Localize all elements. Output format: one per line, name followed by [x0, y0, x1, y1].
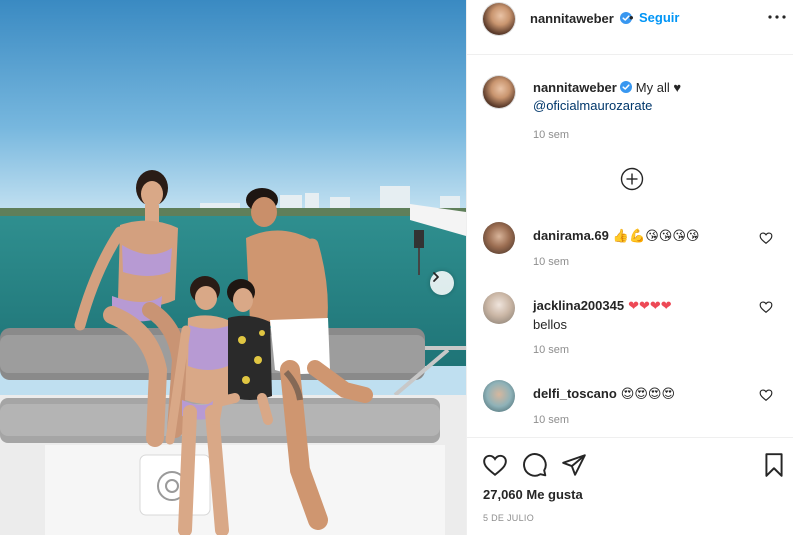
- post-photo[interactable]: [0, 0, 466, 535]
- save-bookmark-icon[interactable]: [761, 452, 787, 478]
- post-date[interactable]: 5 DE JULIO: [483, 513, 534, 523]
- like-heart-icon[interactable]: [482, 452, 508, 478]
- verified-badge-icon: [619, 81, 632, 93]
- comment-item: delfi_toscano 😍😍😍😍 10 sem: [467, 380, 793, 432]
- caption-mention-link[interactable]: @oficialmaurozarate: [533, 98, 652, 113]
- commenter-username[interactable]: danirama.69: [533, 228, 609, 243]
- caption-author-avatar[interactable]: [483, 76, 515, 108]
- comment-text: ❤❤❤❤: [628, 299, 672, 314]
- photo-illustration: [0, 0, 466, 535]
- comment-body: danirama.69 👍💪😘😘😘😘: [533, 227, 699, 246]
- heart-outline-icon[interactable]: [759, 388, 773, 402]
- header-separator: •: [629, 10, 634, 25]
- next-photo-button[interactable]: [430, 271, 454, 295]
- comment-timestamp[interactable]: 10 sem: [533, 344, 569, 356]
- share-paper-plane-icon[interactable]: [561, 452, 587, 478]
- follow-button[interactable]: Seguir: [639, 10, 679, 25]
- post-side-panel: nannitaweber • Seguir nannitaweber My al…: [466, 0, 793, 535]
- chevron-right-icon: [433, 272, 439, 282]
- author-avatar[interactable]: [483, 3, 515, 35]
- comment-item: danirama.69 👍💪😘😘😘😘 10 sem: [467, 222, 793, 292]
- commenter-username[interactable]: delfi_toscano: [533, 386, 617, 401]
- comment-text-line2: bellos: [533, 317, 567, 332]
- caption-text: My all ♥: [635, 80, 682, 95]
- heart-outline-icon[interactable]: [759, 300, 773, 314]
- caption-line: nannitaweber My all ♥: [533, 80, 681, 95]
- commenter-avatar[interactable]: [483, 380, 515, 412]
- post-actions-bar: 27,060 Me gusta 5 DE JULIO: [467, 437, 793, 535]
- comment-item: jacklina200345 ❤❤❤❤ bellos 10 sem: [467, 292, 793, 372]
- comment-bubble-icon[interactable]: [522, 452, 548, 478]
- author-username[interactable]: nannitaweber: [530, 11, 633, 26]
- comment-text: 👍💪😘😘😘😘: [612, 229, 700, 244]
- author-username-text[interactable]: nannitaweber: [530, 11, 614, 26]
- comment-timestamp[interactable]: 10 sem: [533, 256, 569, 268]
- comment-timestamp[interactable]: 10 sem: [533, 414, 569, 426]
- comment-text: 😍😍😍😍: [620, 387, 676, 402]
- likes-count[interactable]: 27,060 Me gusta: [483, 487, 583, 502]
- plus-circle-icon[interactable]: [620, 167, 644, 191]
- comment-body: delfi_toscano 😍😍😍😍: [533, 385, 675, 404]
- post-header: nannitaweber • Seguir: [467, 0, 793, 55]
- commenter-avatar[interactable]: [483, 292, 515, 324]
- more-options-icon[interactable]: [766, 12, 788, 22]
- caption-author-username[interactable]: nannitaweber: [533, 80, 617, 95]
- commenter-username[interactable]: jacklina200345: [533, 298, 624, 313]
- caption-timestamp[interactable]: 10 sem: [533, 129, 569, 141]
- comment-body: jacklina200345 ❤❤❤❤ bellos: [533, 297, 672, 334]
- heart-outline-icon[interactable]: [759, 231, 773, 245]
- commenter-avatar[interactable]: [483, 222, 515, 254]
